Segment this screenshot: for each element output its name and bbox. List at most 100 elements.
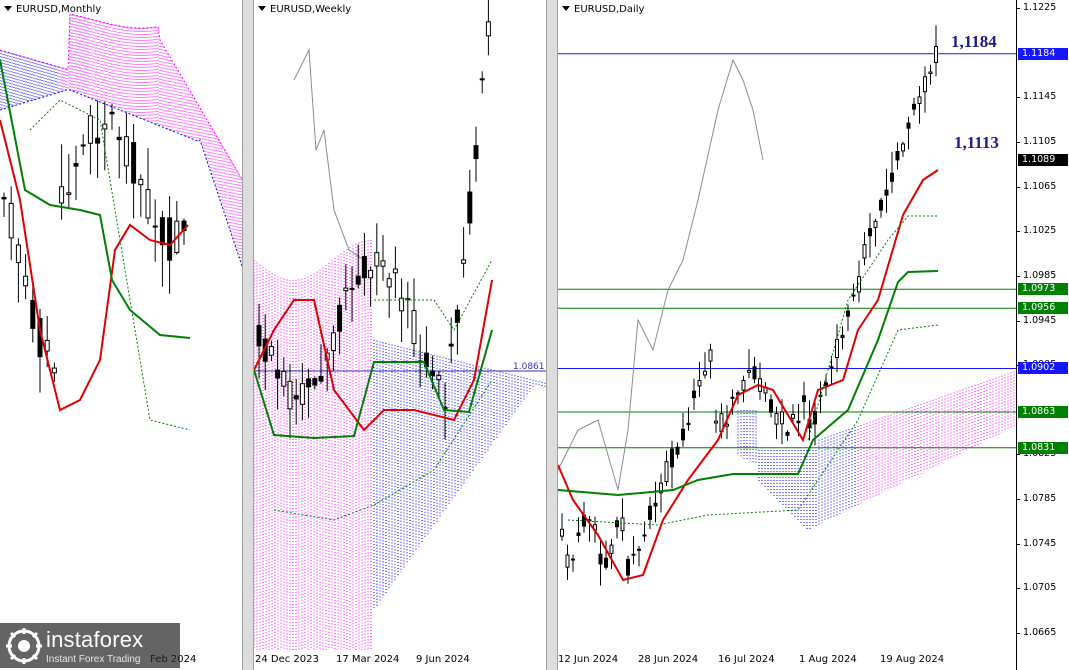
candle-body: [123, 136, 129, 167]
price-level-tag: 1.0831: [1018, 441, 1068, 454]
weekly-date-label: 9 Jun 2024: [416, 654, 470, 665]
price-tick-mark: [1017, 633, 1020, 634]
candle-body: [730, 396, 735, 399]
price-tick-label: 1.0985: [1023, 269, 1057, 281]
candle-body: [653, 502, 658, 507]
price-tick-label: 1.1065: [1023, 180, 1057, 192]
candle-body: [873, 220, 878, 228]
candle-body: [703, 370, 707, 376]
price-level-tag: 1.1184: [1018, 47, 1068, 60]
candle-body: [15, 244, 21, 264]
price-tick-mark: [1017, 8, 1020, 9]
price-tick-label: 1.1145: [1023, 91, 1057, 103]
candle-body: [473, 145, 479, 160]
logo-wordmark: instaforex: [46, 627, 144, 652]
candle-body: [890, 172, 894, 182]
price-tick-label: 1.0665: [1023, 627, 1057, 638]
candle-body: [330, 332, 336, 351]
candle-body: [631, 553, 636, 556]
candle-body: [138, 178, 144, 186]
candle-body: [23, 275, 29, 287]
candle-body: [368, 269, 374, 279]
monthly-chart-panel[interactable]: EURUSD,Monthly Feb 2024: [0, 0, 242, 670]
candle-body: [485, 21, 491, 37]
candle-body: [80, 144, 86, 147]
daily-chart-canvas: [558, 25, 1018, 586]
candle-body: [664, 461, 669, 483]
candle-body: [306, 378, 312, 388]
candle-body: [697, 380, 702, 387]
candle-body: [349, 287, 355, 291]
price-tick-mark: [1017, 275, 1020, 277]
candle-body: [670, 448, 674, 468]
logo-tagline: Instant Forex Trading: [46, 654, 141, 665]
panel-separator[interactable]: [546, 0, 558, 670]
daily-date-label: 28 Jun 2024: [638, 654, 699, 665]
candle-body: [145, 189, 151, 219]
dropdown-triangle-icon[interactable]: [4, 6, 12, 11]
fractal-level: [374, 259, 493, 331]
annotation-high: 1,1184: [951, 32, 997, 51]
candle-body: [361, 255, 367, 279]
daily-date-label: 12 Jun 2024: [558, 654, 619, 665]
price-level-tag: 1.0973: [1018, 283, 1068, 296]
daily-chart-panel[interactable]: EURUSD,Daily 1,1184 1,1113 12 Jun 2024 2…: [558, 0, 1069, 670]
panel-separator[interactable]: [242, 0, 254, 670]
daily-date-label: 19 Aug 2024: [880, 654, 945, 665]
candle-body: [116, 136, 122, 141]
fractal-level: [807, 215, 938, 441]
price-level-tag: 1.0863: [1018, 406, 1068, 419]
candle-body: [318, 376, 324, 382]
weekly-level-label: 1.0861: [513, 362, 545, 372]
candle-body: [109, 111, 115, 115]
candle-body: [681, 428, 685, 441]
candle-body: [355, 275, 361, 285]
candle-body: [73, 163, 79, 167]
price-axis[interactable]: 1.1225 1.1145 1.1105 1.1065 1.1025 1.0985 1.09…: [1016, 0, 1069, 670]
price-tick-mark: [1017, 141, 1020, 143]
logo-mark-icon: [6, 628, 42, 664]
candle-body: [565, 554, 570, 568]
candle-body: [901, 143, 905, 152]
instaforex-logo: instaforex Instant Forex Trading: [0, 623, 180, 668]
candle-body: [386, 278, 392, 288]
candle-body: [287, 380, 293, 410]
candle-body: [51, 367, 57, 374]
daily-date-label: 16 Jul 2024: [718, 654, 775, 665]
weekly-chart-canvas: [254, 0, 546, 650]
candle-body: [374, 252, 380, 267]
candle-body: [467, 191, 473, 224]
weekly-date-label: 24 Dec 2023: [255, 654, 319, 665]
dropdown-triangle-icon[interactable]: [258, 6, 266, 11]
price-tick-label: 1.0785: [1023, 493, 1057, 505]
weekly-chart-panel[interactable]: EURUSD,Weekly 1.0861 24 Dec 2023 17 Mar …: [254, 0, 546, 670]
price-level-tag: 1.0902: [1018, 362, 1068, 375]
kijun-line: [558, 270, 939, 497]
weekly-date-label: 17 Mar 2024: [336, 654, 400, 665]
daily-date-label: 1 Aug 2024: [799, 654, 857, 665]
candle-body: [454, 309, 460, 323]
dropdown-triangle-icon[interactable]: [562, 6, 570, 11]
price-tick-mark: [1017, 186, 1020, 188]
candle-body: [708, 349, 713, 362]
candle-body: [620, 517, 625, 532]
candle-body: [846, 310, 850, 317]
candle-body: [851, 294, 856, 297]
candle-body: [1, 197, 7, 200]
candle-body: [59, 186, 65, 204]
candle-body: [895, 151, 900, 161]
annotation-current: 1,1113: [954, 133, 999, 152]
daily-chart-title: EURUSD,Daily: [562, 4, 644, 15]
candle-body: [268, 346, 274, 356]
candle-body: [824, 382, 828, 387]
candle-body: [934, 46, 938, 64]
weekly-chart-title: EURUSD,Weekly: [258, 4, 351, 15]
candle-body: [791, 414, 795, 419]
price-tick-label: 1.1025: [1023, 225, 1057, 237]
candle-body: [411, 310, 417, 345]
candle-body: [436, 375, 442, 380]
candle-body: [829, 366, 834, 369]
candle-body: [461, 259, 467, 264]
candle-body: [615, 520, 619, 528]
candle-body: [769, 399, 773, 413]
